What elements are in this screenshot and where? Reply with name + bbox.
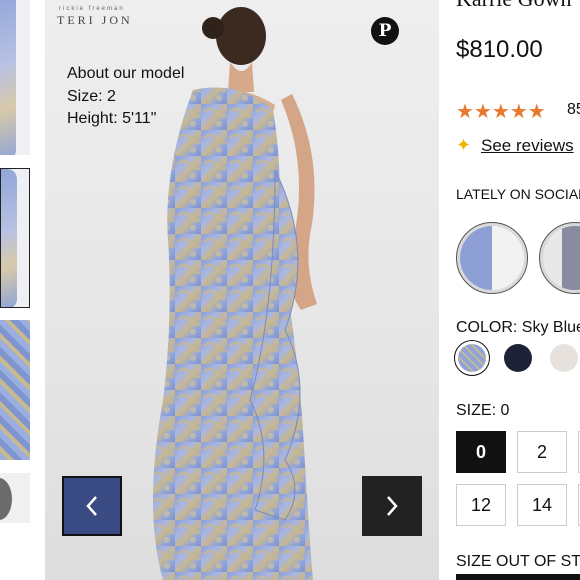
star-icon: ★: [456, 99, 474, 123]
out-of-stock-heading: SIZE OUT OF STOCK?: [456, 553, 580, 570]
main-product-image: rickie freeman TERI JON About our model …: [45, 0, 439, 580]
model-height: Height: 5'11": [67, 110, 157, 127]
size-button-12[interactable]: 12: [456, 484, 506, 526]
model-info-title: About our model: [67, 65, 185, 82]
review-count: 85: [567, 101, 580, 118]
chevron-left-icon: [86, 496, 97, 516]
sparkle-icon: ✦: [456, 135, 472, 156]
color-swatch-navy[interactable]: [504, 344, 532, 372]
social-post-2-image: [543, 226, 580, 290]
social-post-1-image: [460, 226, 524, 290]
size-button-14[interactable]: 14: [517, 484, 567, 526]
model-size: Size: 2: [67, 88, 116, 105]
size-button-0[interactable]: 0: [456, 431, 506, 473]
size-label: SIZE: 0: [456, 402, 510, 419]
star-icon: ★: [527, 99, 546, 123]
size-button-2[interactable]: 2: [517, 431, 567, 473]
star-icon: ★: [473, 99, 492, 123]
product-info-panel: Karrie Gown $810.00 ★★★★★ 85 ✦ See revie…: [440, 0, 580, 580]
previous-image-button[interactable]: [62, 476, 122, 536]
product-name: Karrie Gown: [456, 0, 571, 12]
thumbnail-2-selected[interactable]: [0, 168, 30, 308]
thumbnail-2-image: [1, 169, 17, 307]
star-icon: ★: [509, 99, 528, 123]
chevron-right-icon: [387, 496, 398, 516]
next-image-button[interactable]: [362, 476, 422, 536]
thumbnail-3-image: [0, 320, 30, 460]
thumbnail-3[interactable]: [0, 320, 30, 460]
social-heading: LATELY ON SOCIAL: [456, 186, 580, 202]
color-swatch-sky-blue[interactable]: [458, 344, 486, 372]
social-post-2[interactable]: [539, 222, 580, 294]
color-label: COLOR: Sky Blue: [456, 319, 580, 336]
color-swatch-champagne[interactable]: [550, 344, 578, 372]
product-price: $810.00: [456, 36, 543, 63]
notify-me-link[interactable]: [456, 574, 580, 580]
pinterest-icon[interactable]: P: [371, 17, 399, 45]
star-icon: ★: [491, 99, 510, 123]
thumbnail-1-image: [0, 0, 16, 155]
thumbnail-1[interactable]: [0, 0, 30, 155]
social-post-1[interactable]: [456, 222, 528, 294]
rating-stars[interactable]: ★★★★★: [456, 99, 546, 123]
see-reviews-link[interactable]: See reviews: [481, 136, 574, 156]
